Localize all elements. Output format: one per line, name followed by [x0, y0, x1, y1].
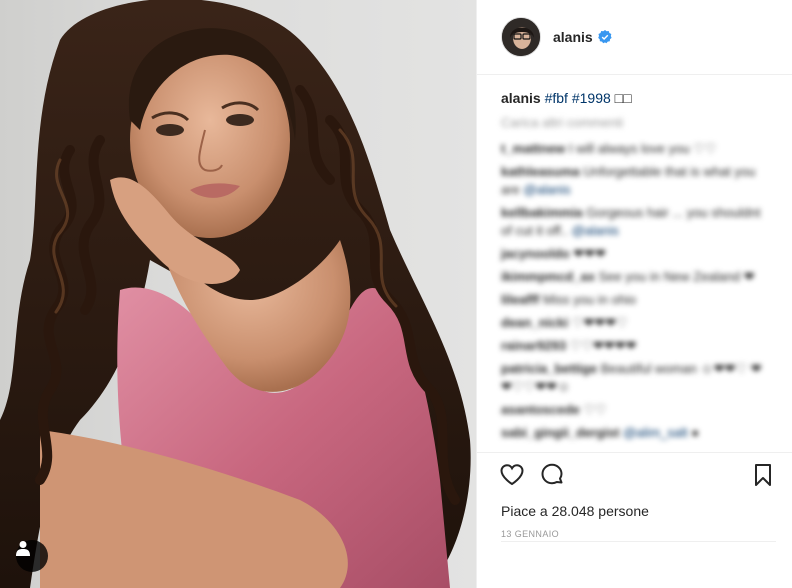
comment-text: ❤❤❤	[569, 246, 606, 261]
comment-username[interactable]: t_mattnew	[501, 141, 565, 156]
comment-username[interactable]: ikimmpmcd_ax	[501, 269, 595, 284]
comment-item: ikimmpmcd_ax See you in New Zealand ❤	[501, 268, 768, 286]
comment-username[interactable]: sabi_gingii_dergist	[501, 425, 619, 440]
post-photo[interactable]	[0, 0, 476, 588]
avatar[interactable]	[501, 17, 541, 57]
like-button[interactable]	[499, 462, 525, 488]
portrait-image	[0, 0, 471, 588]
comment-username[interactable]: rainar9293	[501, 338, 566, 353]
comment-item: patricia_bettige Beautiful woman ☺❤❤♡ ❤❤…	[501, 360, 768, 396]
comment-username[interactable]: kathleasuma	[501, 164, 580, 179]
comment-username[interactable]: jacynooldo	[501, 246, 570, 261]
verified-badge-icon	[597, 30, 612, 44]
user-tag-icon	[16, 541, 30, 556]
comment-mention[interactable]: @alanis	[523, 182, 570, 197]
divider	[501, 541, 776, 542]
caption-emoji: □□	[614, 90, 632, 106]
comment-text: See you in New Zealand ❤	[594, 269, 755, 284]
comment-button[interactable]	[539, 462, 565, 488]
comment-text-tail: ●	[687, 425, 700, 440]
avatar-image	[502, 18, 540, 56]
caption-hashtags[interactable]: #fbf #1998	[545, 90, 611, 106]
comment-item: lileafff Miss you in ohio	[501, 291, 768, 309]
comment-username[interactable]: lileafff	[501, 292, 539, 307]
comment-item: dean_nicki ♡❤❤❤♡	[501, 314, 768, 332]
comment-username[interactable]: asantoscede	[501, 402, 580, 417]
comment-item: t_mattnew I will always love you ♡♡	[501, 140, 768, 158]
comment-mention[interactable]: @alanis	[572, 223, 619, 238]
post-caption: alanis #fbf #1998 □□	[501, 89, 768, 107]
post-date[interactable]: 13 GENNAIO	[477, 529, 792, 539]
comment-username[interactable]: kellbakimmia	[501, 205, 583, 220]
comment-bubble-icon	[541, 463, 563, 485]
post-actions-bar	[477, 453, 792, 497]
comment-text: ♡♡	[579, 402, 607, 417]
save-button[interactable]	[750, 462, 776, 488]
post-author-username[interactable]: alanis	[553, 29, 593, 45]
comment-text: ♡❤❤❤♡	[568, 315, 628, 330]
comment-item: sabi_gingii_dergist @alim_salt ●	[501, 424, 768, 442]
bookmark-icon	[755, 464, 771, 486]
comment-mention[interactable]: @alim_salt	[623, 425, 688, 440]
likes-count[interactable]: Piace a 28.048 persone	[477, 503, 792, 519]
post-details-panel: alanis alanis #fbf #1998 □□ Carica altri…	[476, 0, 792, 588]
caption-username[interactable]: alanis	[501, 90, 541, 106]
comment-username[interactable]: patricia_bettige	[501, 361, 597, 376]
comment-text: Miss you in ohio	[539, 292, 637, 307]
comment-item: rainar9293 ♡♡❤❤❤❤	[501, 337, 768, 355]
post-header: alanis	[477, 0, 792, 75]
comment-item: asantoscede ♡♡	[501, 401, 768, 419]
user-tag-button[interactable]	[16, 540, 48, 572]
comment-text: ♡♡❤❤❤❤	[566, 338, 637, 353]
heart-icon	[500, 464, 524, 486]
load-more-comments-button[interactable]: Carica altri commenti	[501, 115, 768, 130]
comment-item: kellbakimmia Gorgeous hair ... you shoul…	[501, 204, 768, 240]
comment-username[interactable]: dean_nicki	[501, 315, 568, 330]
comment-text: I will always love you ♡♡	[565, 141, 717, 156]
comment-item: jacynooldo ❤❤❤	[501, 245, 768, 263]
comment-item: kathleasuma Unforgettable that is what y…	[501, 163, 768, 199]
comments-list: alanis #fbf #1998 □□ Carica altri commen…	[477, 75, 792, 453]
